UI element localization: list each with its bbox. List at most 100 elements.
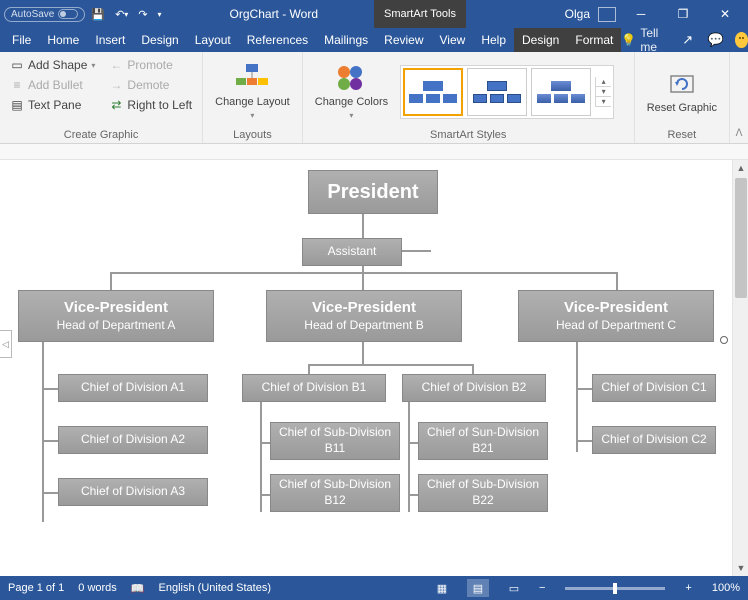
group-label-layouts: Layouts (209, 127, 296, 141)
page-indicator[interactable]: Page 1 of 1 (8, 582, 64, 594)
connector (576, 440, 592, 442)
word-count[interactable]: 0 words (78, 582, 117, 594)
tab-home[interactable]: Home (39, 28, 87, 52)
right-to-left-button[interactable]: ⇄Right to Left (105, 96, 196, 114)
tab-help[interactable]: Help (473, 28, 514, 52)
ribbon-display-icon[interactable] (598, 7, 616, 22)
vertical-scrollbar[interactable]: ▲ ▼ (732, 160, 748, 576)
ruler[interactable] (0, 144, 748, 160)
group-label-reset: Reset (641, 127, 723, 141)
document-area: ◁ (0, 144, 748, 576)
print-layout-button[interactable]: ▤ (467, 579, 489, 597)
tab-view[interactable]: View (432, 28, 474, 52)
node-b1[interactable]: Chief of Division B1 (242, 374, 386, 402)
node-a2[interactable]: Chief of Division A2 (58, 426, 208, 454)
reset-icon (666, 68, 698, 100)
add-bullet-button[interactable]: ≡Add Bullet (6, 76, 99, 94)
group-label-create: Create Graphic (6, 127, 196, 141)
org-chart[interactable]: President Assistant Vice-President Head … (10, 166, 724, 570)
change-layout-button[interactable]: Change Layout▾ (209, 56, 296, 127)
qat-customize[interactable]: ▾ (154, 4, 166, 24)
zoom-in-button[interactable]: + (685, 582, 691, 594)
connector (576, 388, 592, 390)
change-layout-icon (236, 62, 268, 94)
tab-design[interactable]: Design (133, 28, 186, 52)
user-name[interactable]: Olga (565, 7, 590, 21)
node-vp-b[interactable]: Vice-President Head of Department B (266, 290, 462, 342)
change-colors-button[interactable]: Change Colors▾ (309, 60, 394, 123)
node-vp-c[interactable]: Vice-President Head of Department C (518, 290, 714, 342)
node-vp-a[interactable]: Vice-President Head of Department A (18, 290, 214, 342)
demote-button[interactable]: →Demote (105, 76, 196, 94)
status-bar: Page 1 of 1 0 words 📖 English (United St… (0, 576, 748, 600)
save-icon: 💾 (91, 8, 105, 21)
zoom-level[interactable]: 100% (712, 582, 740, 594)
tab-file[interactable]: File (4, 28, 39, 52)
minimize-button[interactable]: ─ (624, 0, 658, 28)
tab-insert[interactable]: Insert (87, 28, 133, 52)
ribbon: ▭Add Shape ▾ ≡Add Bullet ▤Text Pane ←Pro… (0, 52, 748, 144)
style-option-1[interactable] (403, 68, 463, 116)
share-icon[interactable]: ↗ (679, 29, 697, 51)
undo-icon: ↶ (115, 8, 124, 21)
close-button[interactable]: ✕ (708, 0, 742, 28)
node-b22[interactable]: Chief of Sub-Division B22 (418, 474, 548, 512)
group-reset: Reset Graphic Reset (635, 52, 730, 143)
scrollbar-thumb[interactable] (735, 178, 747, 298)
zoom-out-button[interactable]: − (539, 582, 545, 594)
promote-button[interactable]: ←Promote (105, 56, 196, 74)
tell-me-search[interactable]: 💡 Tell me (621, 26, 668, 54)
redo-button[interactable]: ↷ (134, 4, 151, 24)
demote-icon: → (109, 78, 123, 92)
tab-smartart-format[interactable]: Format (567, 28, 621, 52)
language-indicator[interactable]: English (United States) (159, 582, 272, 594)
node-b11[interactable]: Chief of Sub-Division B11 (270, 422, 400, 460)
tab-layout[interactable]: Layout (187, 28, 239, 52)
scroll-down-icon[interactable]: ▼ (733, 560, 748, 576)
collapse-ribbon-button[interactable]: ᐱ (730, 52, 748, 143)
node-president[interactable]: President (308, 170, 438, 214)
lightbulb-icon: 💡 (621, 33, 636, 47)
node-a3[interactable]: Chief of Division A3 (58, 478, 208, 506)
toggle-switch-icon (58, 9, 78, 19)
node-a1[interactable]: Chief of Division A1 (58, 374, 208, 402)
title-bar: AutoSave 💾 ↶▾ ↷ ▾ OrgChart - Word SmartA… (0, 0, 748, 28)
scroll-up-icon[interactable]: ▲ (733, 160, 748, 176)
style-option-2[interactable] (467, 68, 527, 116)
read-mode-button[interactable]: ▦ (431, 579, 453, 597)
tab-mailings[interactable]: Mailings (316, 28, 376, 52)
spellcheck-icon[interactable]: 📖 (131, 582, 145, 595)
text-pane-icon: ▤ (10, 98, 24, 112)
save-button[interactable]: 💾 (87, 4, 109, 24)
comments-icon[interactable]: 💬 (707, 29, 725, 51)
node-b12[interactable]: Chief of Sub-Division B12 (270, 474, 400, 512)
document-title: OrgChart - Word (230, 7, 318, 21)
node-b2[interactable]: Chief of Division B2 (402, 374, 546, 402)
tab-smartart-design[interactable]: Design (514, 28, 567, 52)
connector (42, 388, 58, 390)
undo-button[interactable]: ↶▾ (111, 4, 132, 24)
node-b21[interactable]: Chief of Sun-Division B21 (418, 422, 548, 460)
group-label-styles: SmartArt Styles (309, 127, 628, 141)
node-c1[interactable]: Chief of Division C1 (592, 374, 716, 402)
tab-references[interactable]: References (239, 28, 316, 52)
feedback-icon[interactable] (735, 32, 748, 48)
tab-review[interactable]: Review (376, 28, 431, 52)
text-pane-button[interactable]: ▤Text Pane (6, 96, 99, 114)
node-assistant[interactable]: Assistant (302, 238, 402, 266)
add-shape-button[interactable]: ▭Add Shape ▾ (6, 56, 99, 74)
bullet-icon: ≡ (10, 78, 24, 92)
autosave-toggle[interactable]: AutoSave (4, 7, 85, 22)
web-layout-button[interactable]: ▭ (503, 579, 525, 597)
restore-button[interactable]: ❐ (666, 0, 700, 28)
text-pane-handle[interactable]: ◁ (0, 330, 12, 358)
style-option-3[interactable] (531, 68, 591, 116)
gallery-more[interactable]: ▴▾▾ (595, 77, 611, 107)
add-shape-icon: ▭ (10, 58, 24, 72)
node-c2[interactable]: Chief of Division C2 (592, 426, 716, 454)
vp-title: Vice-President (312, 298, 416, 318)
zoom-slider[interactable] (565, 587, 665, 590)
connector (362, 272, 364, 290)
reset-graphic-button[interactable]: Reset Graphic (641, 56, 723, 127)
page-canvas[interactable]: ◁ (0, 160, 748, 576)
